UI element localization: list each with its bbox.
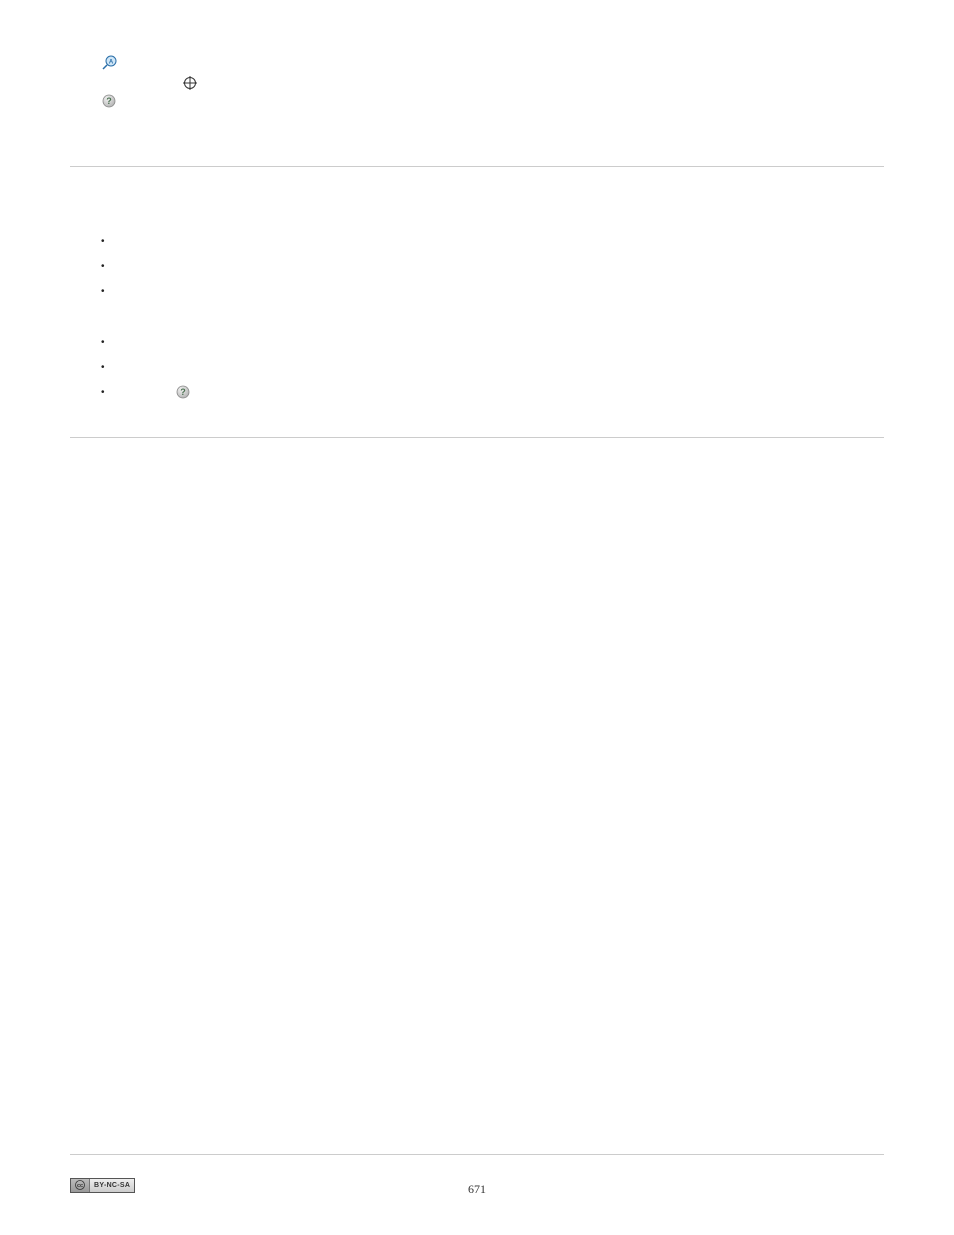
- list-item: [104, 332, 884, 357]
- document-page: A ?: [0, 0, 954, 1235]
- bullet-list-1: [104, 231, 884, 306]
- page-number: 671: [0, 1182, 954, 1197]
- help-icon: ?: [176, 385, 190, 404]
- list-item: [104, 357, 884, 382]
- bullet-lists: ?: [104, 231, 884, 407]
- crosshair-icon: [183, 76, 197, 90]
- svg-text:?: ?: [180, 387, 186, 397]
- list-item: ?: [104, 382, 884, 407]
- divider: [70, 1154, 884, 1155]
- help-icon: ?: [102, 94, 116, 108]
- magnifier-a-icon: A: [102, 55, 116, 69]
- list-item: [104, 281, 884, 306]
- bullet-list-2: ?: [104, 332, 884, 407]
- top-icon-area: A ?: [70, 50, 884, 110]
- divider: [70, 437, 884, 438]
- svg-text:A: A: [109, 60, 114, 66]
- divider: [70, 166, 884, 167]
- svg-text:?: ?: [106, 96, 112, 106]
- list-item: [104, 256, 884, 281]
- list-item: [104, 231, 884, 256]
